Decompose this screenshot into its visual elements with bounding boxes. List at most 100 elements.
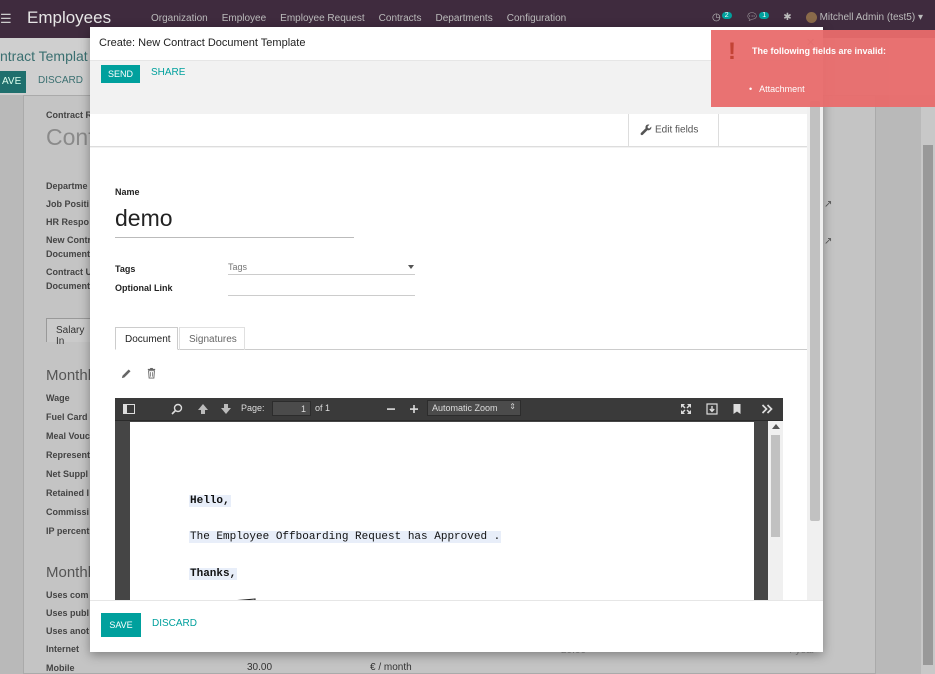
bg-field-label: IP percent: [46, 526, 90, 536]
page-number-input[interactable]: [272, 401, 311, 416]
download-icon[interactable]: [705, 402, 719, 416]
name-input[interactable]: [115, 200, 354, 238]
trash-icon[interactable]: [146, 367, 157, 379]
invalid-fields-notification: ! The following fields are invalid: Atta…: [711, 30, 935, 107]
zoom-out-icon[interactable]: [384, 402, 398, 416]
bg-field-label: Meal Vouc: [46, 431, 90, 441]
messages-button[interactable]: 💬︎ 1: [746, 12, 770, 23]
fullscreen-icon[interactable]: [679, 402, 693, 416]
zoom-select[interactable]: Automatic Zoom ⇕: [427, 400, 521, 416]
menu-employee-request[interactable]: Employee Request: [280, 13, 365, 24]
activity-badge: 2: [721, 12, 732, 20]
app-name[interactable]: Employees: [27, 8, 111, 28]
notification-title: The following fields are invalid:: [752, 46, 887, 56]
tab-document[interactable]: Document: [115, 327, 178, 350]
wrench-icon: [640, 124, 652, 136]
clock-icon: ◷: [711, 12, 721, 24]
invalid-fields-list: Attachment: [749, 84, 805, 94]
bg-field-label: Fuel Card: [46, 412, 88, 422]
breadcrumb[interactable]: ntract Templat: [0, 48, 88, 64]
user-name: Mitchell Admin (test5): [819, 12, 916, 24]
zoom-value: Automatic Zoom: [432, 403, 498, 413]
bg-mobile-unit: € / month: [370, 662, 412, 673]
dialog-scrollbar[interactable]: [807, 61, 823, 600]
bg-section-title: Monthl: [46, 564, 92, 581]
invalid-field-item: Attachment: [749, 84, 805, 94]
bg-tab-salary[interactable]: Salary In: [46, 318, 92, 347]
chat-icon: 💬︎: [745, 12, 759, 24]
menu-contracts[interactable]: Contracts: [379, 13, 422, 24]
name-label: Name: [115, 187, 140, 197]
bg-field-label: Net Suppl: [46, 469, 88, 479]
tags-field[interactable]: [228, 259, 415, 275]
pdf-toolbar: Page: of 1 Automatic Zoom ⇕: [115, 398, 783, 421]
share-button[interactable]: SHARE: [151, 67, 185, 78]
systray: ◷ 2 💬︎ 1 ✱ Mitchell Admin (test5) ▾: [712, 12, 923, 23]
pencil-icon[interactable]: [121, 368, 132, 379]
arrow-down-icon[interactable]: [219, 402, 233, 416]
bg-field-label: Uses anot: [46, 626, 90, 636]
dialog-scrollbar-thumb[interactable]: [810, 101, 820, 521]
tags-label: Tags: [115, 264, 136, 274]
dialog-title: Create: New Contract Document Template: [99, 37, 306, 49]
bookmark-icon[interactable]: [730, 402, 744, 416]
page-scrollbar-thumb[interactable]: [923, 145, 933, 665]
bg-field-label: Document: [46, 281, 91, 291]
edit-fields-button[interactable]: Edit fields: [628, 114, 719, 147]
sidebar-toggle-icon[interactable]: [122, 402, 136, 416]
bg-field-label: Commissi: [46, 507, 90, 517]
page-scrollbar[interactable]: [921, 95, 935, 674]
optional-link-input[interactable]: [228, 279, 415, 296]
scroll-up-icon[interactable]: [772, 424, 780, 429]
bg-field-label: Departme: [46, 181, 88, 191]
bg-field-label: Internet: [46, 644, 80, 654]
zoom-in-icon[interactable]: [407, 402, 421, 416]
menu-employee[interactable]: Employee: [222, 13, 266, 24]
bg-field-label: Uses com: [46, 590, 89, 600]
bug-icon[interactable]: ✱: [783, 12, 791, 23]
search-icon[interactable]: [170, 402, 184, 416]
arrow-up-icon[interactable]: [196, 402, 210, 416]
bg-field-label: Mobile: [46, 663, 75, 673]
bg-contract-ref-label: Contract R: [46, 110, 93, 120]
bg-field-label: Job Positi: [46, 199, 90, 209]
tags-input[interactable]: [228, 259, 398, 272]
pdf-viewer: Page: of 1 Automatic Zoom ⇕ Hello,: [115, 398, 783, 600]
background-discard-button[interactable]: DISCARD: [38, 75, 83, 86]
chevron-down-icon[interactable]: [408, 265, 414, 269]
optional-link-label: Optional Link: [115, 283, 173, 293]
edit-fields-label: Edit fields: [655, 124, 699, 136]
menu-departments[interactable]: Departments: [435, 13, 492, 24]
external-link-icon[interactable]: ↗: [824, 199, 832, 210]
pdf-scrollbar-thumb[interactable]: [771, 435, 780, 537]
pdf-document-area[interactable]: Hello, The Employee Offboarding Request …: [115, 421, 783, 600]
notebook-tabs: Document Signatures: [115, 327, 807, 350]
bg-field-label: Uses publ: [46, 608, 90, 618]
activity-button[interactable]: ◷ 2: [712, 12, 732, 23]
menu-organization[interactable]: Organization: [151, 13, 208, 24]
create-template-dialog: Create: New Contract Document Template ×…: [90, 27, 823, 652]
bg-section-title: Monthl: [46, 367, 92, 384]
bg-field-label: HR Respo: [46, 217, 90, 227]
menu-configuration[interactable]: Configuration: [507, 13, 566, 24]
tab-signatures[interactable]: Signatures: [179, 327, 245, 350]
avatar: [805, 12, 817, 23]
bg-field-label: Contract U: [46, 267, 93, 277]
user-menu[interactable]: Mitchell Admin (test5) ▾: [805, 12, 923, 24]
dialog-body: SEND SHARE Edit fields Name Tags Optiona…: [90, 61, 823, 600]
pdf-scrollbar[interactable]: [768, 421, 783, 600]
page-count: of 1: [315, 403, 331, 413]
save-button[interactable]: SAVE: [101, 613, 141, 637]
background-save-button[interactable]: AVE: [0, 71, 26, 93]
external-link-icon[interactable]: ↗: [824, 236, 832, 247]
exclamation-icon: !: [728, 38, 736, 65]
bg-field-label: Document: [46, 249, 91, 259]
send-button[interactable]: SEND: [101, 65, 140, 83]
double-chevron-right-icon[interactable]: [760, 402, 774, 416]
apps-menu-icon[interactable]: ☰: [0, 11, 12, 27]
discard-button[interactable]: DISCARD: [152, 618, 197, 629]
main-menu: Organization Employee Employee Request C…: [151, 13, 580, 24]
bg-field-label: Retained I: [46, 488, 90, 498]
pdf-page: Hello, The Employee Offboarding Request …: [130, 422, 754, 600]
pdf-text-line: Hello,: [189, 495, 231, 507]
